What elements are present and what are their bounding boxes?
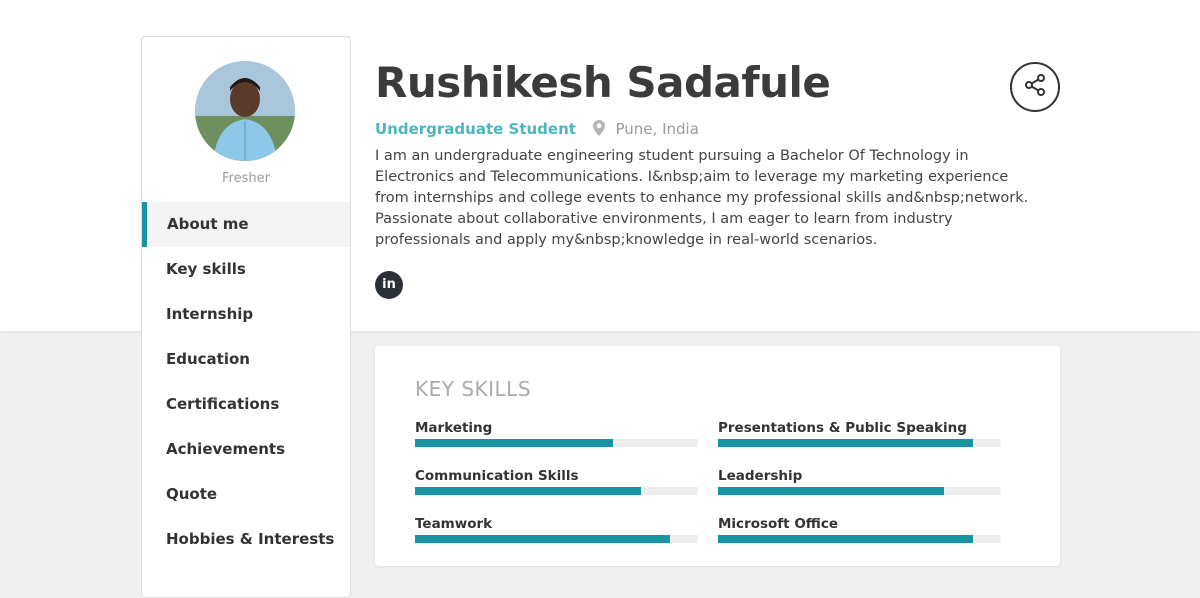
career-status: Fresher bbox=[222, 171, 270, 186]
skill-name: Teamwork bbox=[415, 516, 493, 532]
skill-name: Leadership bbox=[718, 468, 803, 484]
skill-level-fill bbox=[718, 535, 973, 543]
skill-level-fill bbox=[415, 487, 642, 495]
skill-level-fill bbox=[718, 439, 973, 447]
skill-level-bar bbox=[415, 487, 698, 495]
sidebar-item-certifications[interactable]: Certifications bbox=[142, 382, 350, 427]
share-button[interactable] bbox=[1010, 62, 1060, 112]
skill-item: Communication Skills bbox=[415, 468, 698, 495]
skill-name: Microsoft Office bbox=[718, 516, 839, 532]
skill-level-bar bbox=[415, 535, 698, 543]
key-skills-card: KEY SKILLS Marketing Presentations & Publ… bbox=[375, 346, 1060, 566]
sidebar-item-achievements[interactable]: Achievements bbox=[142, 427, 350, 472]
skill-item: Presentations & Public Speaking bbox=[718, 420, 1001, 447]
profile-subline: Undergraduate Student Pune, India bbox=[375, 120, 699, 140]
skill-name: Marketing bbox=[415, 420, 493, 436]
skill-name: Communication Skills bbox=[415, 468, 579, 484]
skill-level-fill bbox=[718, 487, 945, 495]
profile-sidebar: Fresher About me Key skills Internship Educ… bbox=[141, 36, 351, 598]
linkedin-icon[interactable]: in bbox=[375, 271, 403, 299]
profile-bio: I am an undergraduate engineering studen… bbox=[375, 148, 1029, 248]
sidebar-item-internship[interactable]: Internship bbox=[142, 292, 350, 337]
profile-name: Rushikesh Sadafule bbox=[375, 58, 831, 107]
skill-item: Microsoft Office bbox=[718, 516, 1001, 543]
skill-item: Teamwork bbox=[415, 516, 698, 543]
skill-level-bar bbox=[718, 535, 1001, 543]
avatar bbox=[195, 61, 295, 161]
sidebar-item-education[interactable]: Education bbox=[142, 337, 350, 382]
skill-item: Marketing bbox=[415, 420, 698, 447]
sidebar-item-about-me[interactable]: About me bbox=[142, 202, 350, 247]
skill-level-fill bbox=[415, 535, 670, 543]
skill-level-fill bbox=[415, 439, 614, 447]
profile-location: Pune, India bbox=[615, 120, 699, 138]
sidebar-item-hobbies-interests[interactable]: Hobbies & Interests bbox=[142, 517, 350, 562]
key-skills-title: KEY SKILLS bbox=[415, 377, 532, 401]
sidebar-nav: About me Key skills Internship Education Cer… bbox=[142, 202, 350, 562]
sidebar-item-quote[interactable]: Quote bbox=[142, 472, 350, 517]
skill-name: Presentations & Public Speaking bbox=[718, 420, 967, 436]
skill-item: Leadership bbox=[718, 468, 1001, 495]
skill-level-bar bbox=[415, 439, 698, 447]
skill-level-bar bbox=[718, 439, 1001, 447]
skill-level-bar bbox=[718, 487, 1001, 495]
profile-role: Undergraduate Student bbox=[375, 120, 576, 138]
sidebar-item-key-skills[interactable]: Key skills bbox=[142, 247, 350, 292]
share-icon bbox=[1023, 73, 1047, 101]
map-pin-icon bbox=[592, 120, 605, 140]
